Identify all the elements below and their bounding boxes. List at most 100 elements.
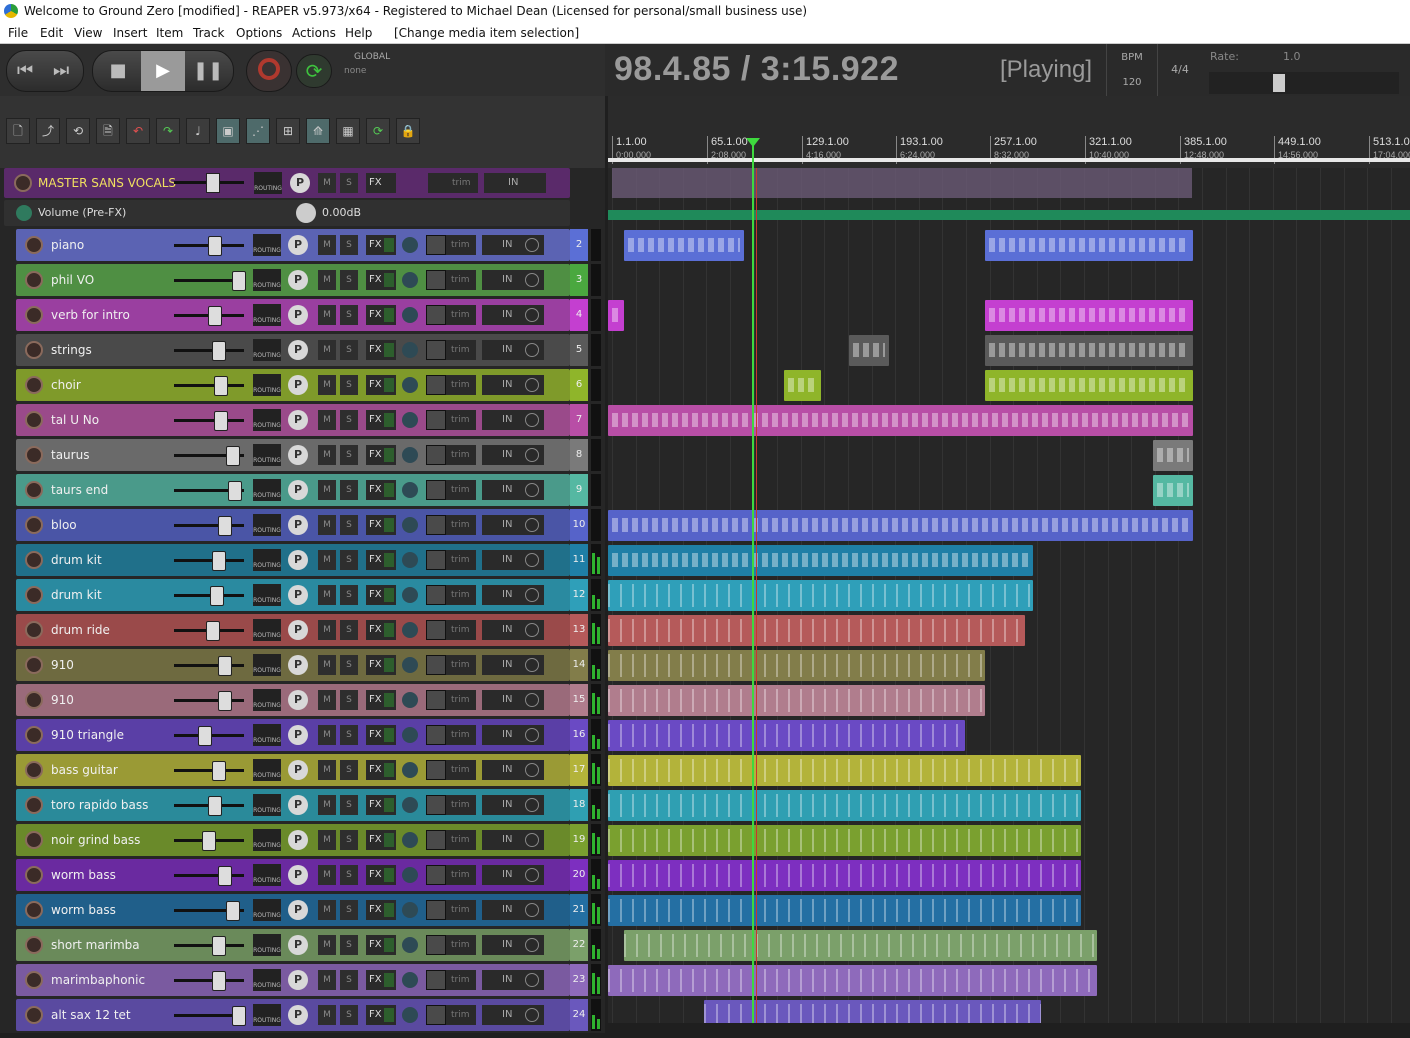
- solo-button[interactable]: S: [340, 655, 358, 675]
- mute-button[interactable]: M: [318, 970, 336, 990]
- volume-fader-knob[interactable]: [228, 481, 242, 501]
- menu-edit[interactable]: Edit: [40, 23, 63, 43]
- phase-icon[interactable]: [402, 377, 418, 393]
- loop-points-icon[interactable]: ⟳: [366, 118, 390, 144]
- record-arm-icon[interactable]: [25, 656, 43, 674]
- pan-knob[interactable]: P: [288, 515, 308, 535]
- media-item[interactable]: [624, 930, 1098, 961]
- automation-mode-button[interactable]: trim: [426, 585, 476, 605]
- phase-icon[interactable]: [402, 272, 418, 288]
- phase-icon[interactable]: [402, 727, 418, 743]
- record-arm-icon[interactable]: [25, 1006, 43, 1024]
- solo-button[interactable]: S: [340, 340, 358, 360]
- media-item[interactable]: [848, 335, 889, 366]
- phase-icon[interactable]: [402, 657, 418, 673]
- master-fx-button[interactable]: FX: [366, 173, 396, 193]
- automation-mode-button[interactable]: trim: [426, 760, 476, 780]
- automation-mode-button[interactable]: trim: [426, 550, 476, 570]
- automation-mode-button[interactable]: trim: [426, 900, 476, 920]
- input-button[interactable]: IN: [482, 515, 544, 535]
- media-item[interactable]: [608, 580, 1034, 611]
- track-name[interactable]: taurus: [51, 439, 89, 471]
- track-name[interactable]: phil VO: [51, 264, 94, 296]
- master-pan-knob[interactable]: P: [290, 173, 310, 193]
- routing-button[interactable]: ROUTING: [253, 794, 281, 816]
- record-arm-icon[interactable]: [25, 271, 43, 289]
- input-button[interactable]: IN: [482, 340, 544, 360]
- volume-fader[interactable]: [174, 481, 244, 501]
- envelope-lock-icon[interactable]: ⟰: [306, 118, 330, 144]
- fx-bypass-icon[interactable]: [384, 798, 394, 812]
- phase-icon[interactable]: [402, 447, 418, 463]
- media-item[interactable]: [608, 615, 1026, 646]
- pan-knob[interactable]: P: [288, 970, 308, 990]
- volume-fader-knob[interactable]: [208, 796, 222, 816]
- automation-mode-button[interactable]: trim: [426, 620, 476, 640]
- pan-knob[interactable]: P: [288, 620, 308, 640]
- track-name[interactable]: noir grind bass: [51, 824, 140, 856]
- track-lane[interactable]: [608, 228, 1410, 263]
- track-panel[interactable]: worm bass ROUTING P M S FX trim IN 21: [16, 894, 588, 926]
- input-dropdown-icon[interactable]: [525, 588, 539, 602]
- phase-icon[interactable]: [402, 937, 418, 953]
- skip-start-icon[interactable]: ⏮: [17, 51, 33, 91]
- record-arm-icon[interactable]: [25, 936, 43, 954]
- track-name[interactable]: tal U No: [51, 404, 99, 436]
- volume-fader[interactable]: [174, 236, 244, 256]
- pan-knob[interactable]: P: [288, 550, 308, 570]
- input-dropdown-icon[interactable]: [525, 378, 539, 392]
- track-panel[interactable]: 910 ROUTING P M S FX trim IN 14: [16, 649, 588, 681]
- input-button[interactable]: IN: [482, 305, 544, 325]
- fx-button[interactable]: FX: [366, 690, 396, 710]
- phase-icon[interactable]: [402, 867, 418, 883]
- media-item[interactable]: [608, 650, 985, 681]
- fx-button[interactable]: FX: [366, 270, 396, 290]
- input-button[interactable]: IN: [482, 550, 544, 570]
- fx-bypass-icon[interactable]: [384, 903, 394, 917]
- volume-fader[interactable]: [174, 866, 244, 886]
- automation-mode-button[interactable]: trim: [426, 270, 476, 290]
- input-button[interactable]: IN: [482, 620, 544, 640]
- input-button[interactable]: IN: [482, 375, 544, 395]
- volume-fader-knob[interactable]: [202, 831, 216, 851]
- routing-button[interactable]: ROUTING: [253, 269, 281, 291]
- solo-button[interactable]: S: [340, 375, 358, 395]
- input-dropdown-icon[interactable]: [525, 763, 539, 777]
- volume-fader-knob[interactable]: [218, 516, 232, 536]
- pan-knob[interactable]: P: [288, 795, 308, 815]
- volume-fader-knob[interactable]: [214, 376, 228, 396]
- automation-mode-button[interactable]: trim: [426, 935, 476, 955]
- record-arm-icon[interactable]: [25, 971, 43, 989]
- project-settings-icon[interactable]: 🗎: [96, 118, 120, 144]
- automation-mode-button[interactable]: trim: [426, 340, 476, 360]
- pan-knob[interactable]: P: [288, 410, 308, 430]
- volume-fader-knob[interactable]: [232, 271, 246, 291]
- volume-fader-knob[interactable]: [226, 446, 240, 466]
- phase-icon[interactable]: [402, 972, 418, 988]
- volume-fader[interactable]: [174, 761, 244, 781]
- track-panel[interactable]: short marimba ROUTING P M S FX trim IN 22: [16, 929, 588, 961]
- input-button[interactable]: IN: [482, 655, 544, 675]
- track-name[interactable]: strings: [51, 334, 92, 366]
- track-name[interactable]: piano: [51, 229, 84, 261]
- track-lane[interactable]: [608, 263, 1410, 298]
- arrange-view[interactable]: [608, 168, 1410, 1023]
- pan-knob[interactable]: P: [288, 725, 308, 745]
- record-arm-icon[interactable]: [25, 691, 43, 709]
- routing-button[interactable]: ROUTING: [253, 584, 281, 606]
- fx-button[interactable]: FX: [366, 795, 396, 815]
- volume-fader[interactable]: [174, 586, 244, 606]
- fx-bypass-icon[interactable]: [384, 763, 394, 777]
- track-lane[interactable]: [608, 753, 1410, 788]
- track-panel[interactable]: tal U No ROUTING P M S FX trim IN 7: [16, 404, 588, 436]
- track-lane[interactable]: [608, 718, 1410, 753]
- input-dropdown-icon[interactable]: [525, 623, 539, 637]
- input-button[interactable]: IN: [482, 760, 544, 780]
- record-arm-icon[interactable]: [25, 481, 43, 499]
- media-item[interactable]: [984, 370, 1194, 401]
- media-item[interactable]: [984, 300, 1194, 331]
- mute-button[interactable]: M: [318, 1005, 336, 1025]
- volume-fader[interactable]: [174, 306, 244, 326]
- automation-mode-button[interactable]: trim: [426, 970, 476, 990]
- pan-knob[interactable]: P: [288, 270, 308, 290]
